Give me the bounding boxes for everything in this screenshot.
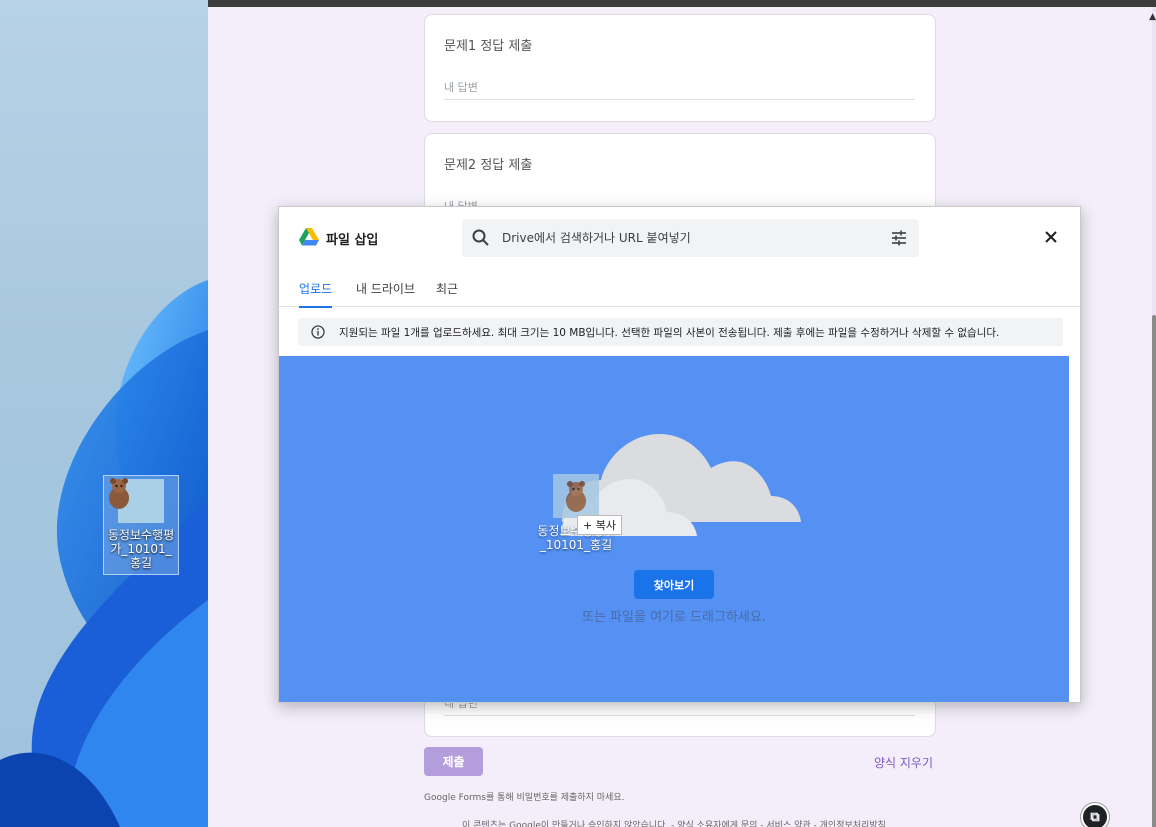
- tab-recent[interactable]: 최근: [436, 280, 458, 306]
- question-title: 문제2 정답 제출: [444, 158, 533, 173]
- tab-my-drive[interactable]: 내 드라이브: [356, 280, 415, 306]
- filter-options-icon[interactable]: [890, 229, 908, 247]
- submit-button[interactable]: 제출: [424, 747, 483, 776]
- picker-header: 파일 삽입: [279, 207, 1080, 269]
- info-icon: [311, 325, 325, 339]
- upload-info-banner: 지원되는 파일 1개를 업로드하세요. 최대 크기는 10 MB입니다. 선택한…: [298, 318, 1063, 346]
- search-bar[interactable]: [462, 219, 919, 257]
- desktop-wallpaper: 동정보수행평가_10101_홍길: [0, 0, 208, 827]
- scroll-up-icon[interactable]: ▲: [1149, 12, 1156, 22]
- google-drive-icon: [299, 228, 319, 246]
- question-title: 문제1 정답 제출: [444, 39, 533, 54]
- footer-legal: 이 콘텐츠는 Google이 만들거나 승인하지 않았습니다. - 양식 소유자…: [462, 821, 886, 827]
- file-thumbnail-icon: [553, 474, 599, 518]
- answer-input[interactable]: 내 답변: [444, 79, 915, 100]
- picker-title: 파일 삽입: [326, 233, 379, 248]
- drag-hint: 또는 파일을 여기로 드래그하세요.: [582, 610, 766, 625]
- file-picker-dialog: 파일 삽입 업로드 내 드라이브 최근: [278, 206, 1081, 703]
- tab-upload[interactable]: 업로드: [299, 280, 333, 308]
- desktop-file-label: 동정보수행평가_10101_홍길: [107, 528, 175, 570]
- upload-info-text: 지원되는 파일 1개를 업로드하세요. 최대 크기는 10 MB입니다. 선택한…: [339, 327, 1000, 339]
- footer-note: Google Forms를 통해 비밀번호를 제출하지 마세요.: [424, 793, 625, 803]
- cloud-illustration: [561, 434, 801, 536]
- desktop-file-icon[interactable]: 동정보수행평가_10101_홍길: [103, 475, 179, 575]
- upload-dropzone[interactable]: 동정보수행평가_10101_홍길 + 복사 찾아보기 또는 파일을 여기로 드래…: [279, 356, 1069, 702]
- file-thumbnail-icon: [109, 478, 164, 523]
- picker-tabs: 업로드 내 드라이브 최근: [279, 269, 1080, 308]
- page-scrollbar[interactable]: [1152, 7, 1156, 827]
- wallpaper-bloom: [0, 280, 208, 827]
- copy-badge: + 복사: [577, 515, 622, 535]
- search-input[interactable]: [502, 228, 882, 248]
- close-icon[interactable]: [1043, 229, 1059, 245]
- question-card-1: 문제1 정답 제출 내 답변: [424, 14, 936, 122]
- browser-topbar: [208, 0, 1156, 7]
- search-icon: [472, 229, 489, 246]
- help-icon[interactable]: ⧉: [1081, 803, 1109, 827]
- clear-form-link[interactable]: 양식 지우기: [874, 754, 933, 771]
- dragged-file: 동정보수행평가_10101_홍길: [537, 474, 615, 552]
- browse-button[interactable]: 찾아보기: [634, 570, 714, 599]
- scrollbar-thumb[interactable]: [1152, 315, 1156, 827]
